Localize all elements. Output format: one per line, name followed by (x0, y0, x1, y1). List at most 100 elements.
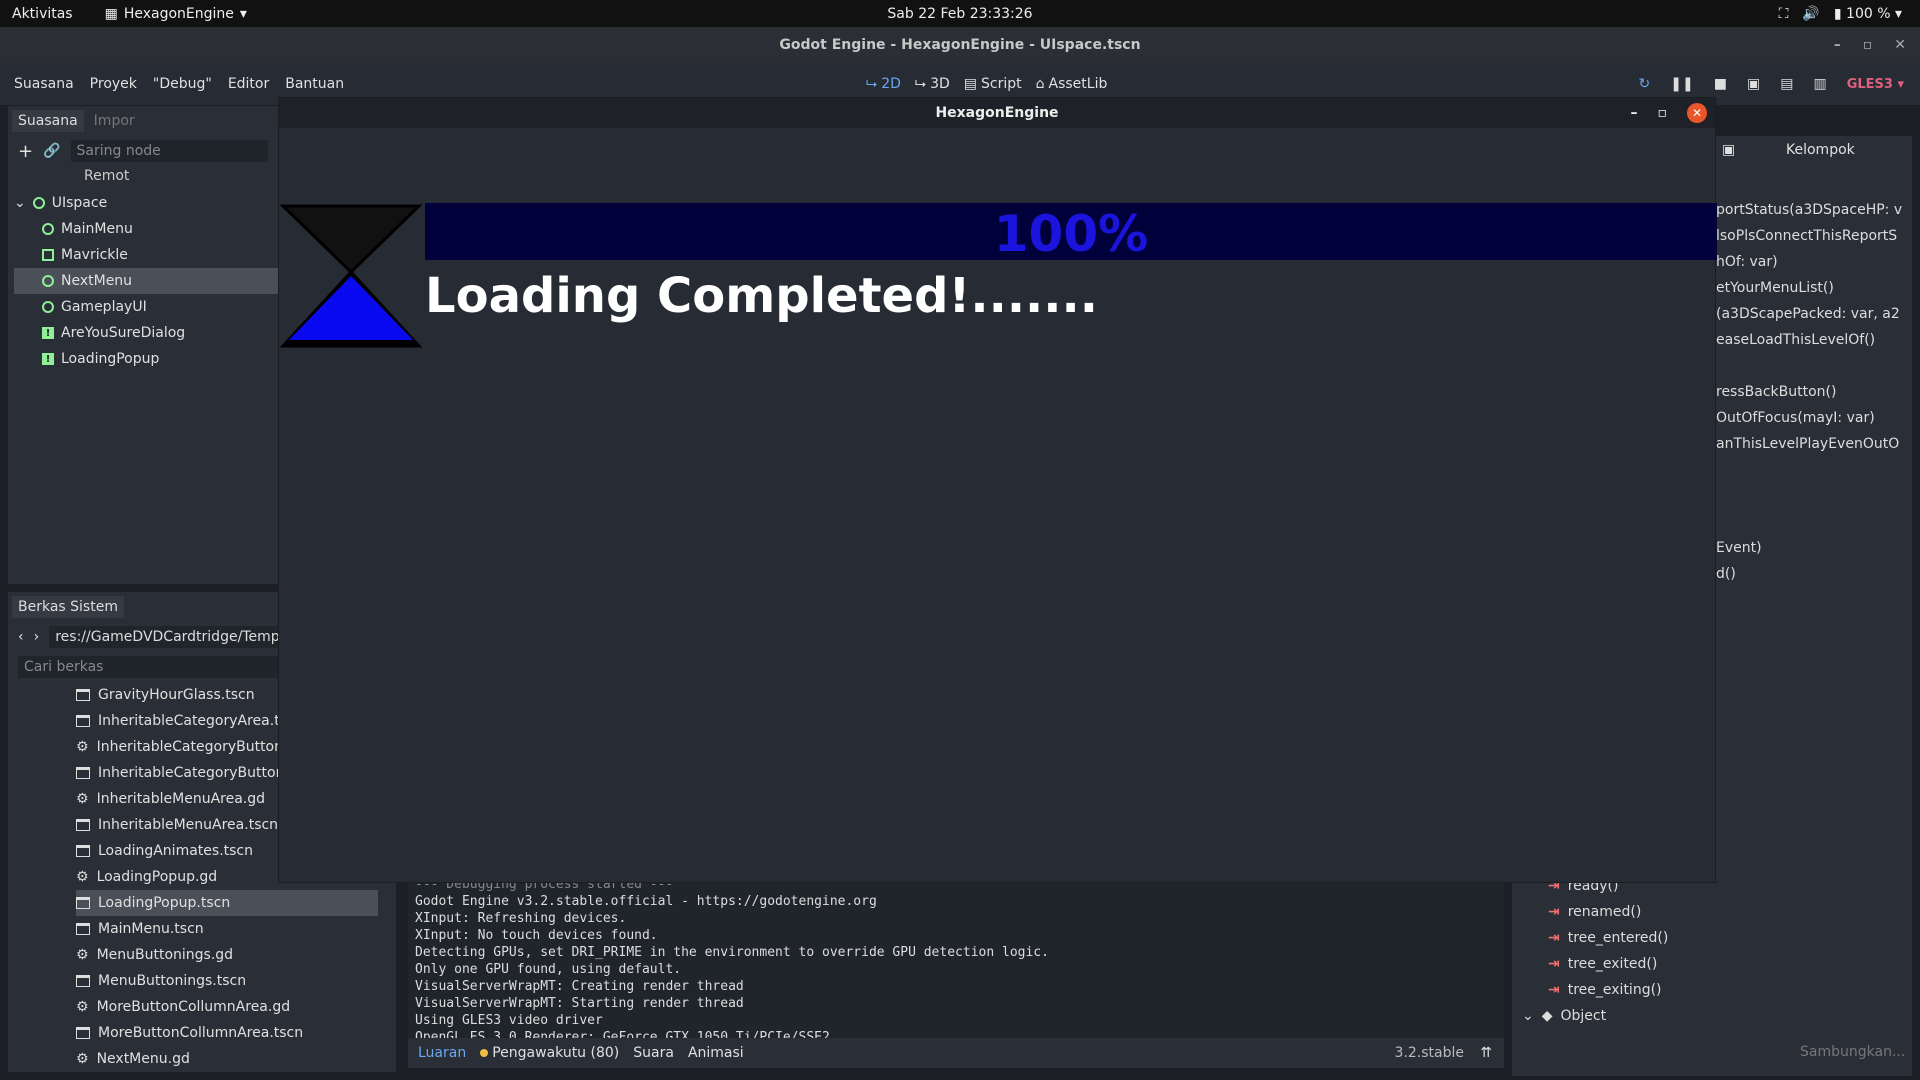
movie-icon[interactable]: ▥ (1813, 76, 1826, 92)
pause-icon[interactable]: ❚❚ (1670, 76, 1693, 92)
menu-bantuan[interactable]: Bantuan (285, 76, 344, 92)
list-item[interactable]: MenuButtonings.tscn (76, 968, 396, 994)
close-icon[interactable]: ✕ (1894, 27, 1906, 63)
minimize-icon[interactable]: – (1631, 98, 1638, 128)
scene-dock: Suasana Impor + 🔗 Saring node Remot ⌄ UIs… (8, 106, 278, 584)
reload-icon[interactable]: ↻ (1639, 76, 1651, 92)
list-item[interactable]: ⚙ MoreButtonCollumnArea.gd (76, 994, 396, 1020)
mode-3d[interactable]: ⮡ 3D (915, 76, 950, 92)
scene-file-icon (76, 1027, 90, 1039)
script-icon: ▤ (963, 76, 978, 92)
scene-toolbar: + 🔗 Saring node (8, 136, 278, 166)
tab-berkas-sistem[interactable]: Berkas Sistem (12, 596, 124, 618)
tree-node-root[interactable]: ⌄ UIspace (14, 190, 278, 216)
tree-node[interactable]: Mavrickle (14, 242, 278, 268)
signal-icon: ⇥ (1548, 930, 1560, 946)
scene-file-icon (76, 923, 90, 935)
list-item[interactable]: ⚙ NextMenu.gd (76, 1046, 396, 1072)
menu-debug[interactable]: "Debug" (153, 76, 212, 92)
connect-button[interactable]: Sambungkan... (1800, 1044, 1905, 1060)
maximize-icon[interactable]: ▫ (1863, 27, 1873, 63)
tree-node[interactable]: ! AreYouSureDialog (14, 320, 278, 346)
minimize-icon[interactable]: – (1834, 27, 1841, 63)
close-icon[interactable]: ✕ (1687, 103, 1707, 123)
scene-file-icon (76, 975, 90, 987)
menu-proyek[interactable]: Proyek (90, 76, 137, 92)
tab-luaran[interactable]: Luaran (418, 1045, 466, 1061)
list-item[interactable]: ressBackButton() (1716, 384, 1836, 400)
3d-icon: ⮡ (914, 76, 927, 92)
tree-node[interactable]: MainMenu (14, 216, 278, 242)
window-title: Godot Engine - HexagonEngine - UIspace.t… (779, 37, 1141, 53)
tab-animasi[interactable]: Animasi (688, 1045, 744, 1061)
activities-button[interactable]: Aktivitas (12, 6, 73, 22)
hourglass-icon (279, 204, 423, 348)
log-line: Detecting GPUs, set DRI_PRIME in the env… (415, 945, 1049, 960)
forward-icon[interactable]: › (34, 629, 40, 645)
list-item[interactable]: anThisLevelPlayEvenOutO (1716, 436, 1899, 452)
remote-button[interactable]: Remot (84, 168, 278, 184)
2d-icon: ⮡ (866, 76, 878, 92)
list-item[interactable]: ⇥ renamed() (1548, 904, 1641, 920)
list-item[interactable]: MainMenu.tscn (76, 916, 396, 942)
list-item[interactable]: ⇥ tree_exited() (1548, 956, 1657, 972)
log-line: Using GLES3 video driver (415, 1013, 603, 1028)
scene-file-icon (76, 819, 90, 831)
app-icon: ▦ (104, 5, 118, 22)
chevron-down-icon: ⌄ (1522, 1008, 1534, 1024)
list-item[interactable]: lsoPlsConnectThisReportS (1716, 228, 1897, 244)
list-item[interactable]: ⌄ ◆ Object (1522, 1008, 1606, 1024)
list-item[interactable]: OutOfFocus(mayI: var) (1716, 410, 1875, 426)
list-item[interactable]: (a3DScapePacked: var, a2 (1716, 306, 1900, 322)
list-item[interactable]: portStatus(a3DSpaceHP: v (1716, 202, 1902, 218)
gear-icon: ⚙ (76, 947, 89, 963)
scene-file-icon (76, 845, 90, 857)
system-tray[interactable]: ⛶ 🔊 ▮ 100 % ▾ (1779, 6, 1902, 22)
tree-node[interactable]: GameplayUI (14, 294, 278, 320)
renderer-select[interactable]: GLES3 ▾ (1847, 77, 1904, 92)
menu-editor[interactable]: Editor (228, 76, 269, 92)
window-controls: – ▫ ✕ (1834, 27, 1906, 63)
link-icon[interactable]: 🔗 (43, 143, 60, 159)
list-item[interactable]: hOf: var) (1716, 254, 1778, 270)
list-item[interactable]: ⇥ tree_exiting() (1548, 982, 1662, 998)
menu-suasana[interactable]: Suasana (14, 76, 74, 92)
add-node-icon[interactable]: + (18, 141, 33, 162)
back-icon[interactable]: ‹ (18, 629, 24, 645)
mode-2d[interactable]: ⮡ 2D (866, 76, 901, 92)
tab-debugger[interactable]: Pengawakutu (80) (480, 1045, 619, 1061)
play-custom-icon[interactable]: ▤ (1780, 76, 1793, 92)
clock[interactable]: Sab 22 Feb 23:33:26 (887, 6, 1032, 22)
tab-suara[interactable]: Suara (633, 1045, 674, 1061)
tree-node[interactable]: ! LoadingPopup (14, 346, 278, 372)
scene-file-icon (76, 689, 90, 701)
list-item-selected[interactable]: LoadingPopup.tscn (76, 890, 378, 916)
scene-file-icon (76, 767, 90, 779)
pin-icon[interactable]: ⇈ (1480, 1045, 1492, 1061)
tab-suasana[interactable]: Suasana (12, 110, 84, 132)
chevron-down-icon: ▾ (239, 5, 247, 22)
bottom-panel-tabs: Luaran Pengawakutu (80) Suara Animasi 3.… (408, 1038, 1504, 1068)
signal-icon: ⇥ (1548, 956, 1560, 972)
maximize-icon[interactable]: ▫ (1658, 98, 1668, 128)
list-item[interactable]: ⇥ tree_entered() (1548, 930, 1668, 946)
stop-icon[interactable]: ■ (1714, 76, 1727, 92)
texture-node-icon (42, 249, 54, 261)
filter-nodes-input[interactable]: Saring node (70, 140, 268, 162)
tab-impor[interactable]: Impor (88, 110, 141, 132)
list-item[interactable]: d() (1716, 566, 1736, 582)
list-item[interactable]: MoreButtonCollumnArea.tscn (76, 1020, 396, 1046)
tree-node-selected[interactable]: NextMenu (14, 268, 278, 294)
tab-kelompok[interactable]: Kelompok (1786, 142, 1855, 158)
list-item[interactable]: etYourMenuList() (1716, 280, 1834, 296)
mode-assetlib[interactable]: ⌂ AssetLib (1036, 76, 1108, 92)
gear-icon: ⚙ (76, 791, 89, 807)
progress-label: 100% (993, 205, 1149, 263)
signals-icon[interactable]: ▣ (1722, 142, 1735, 158)
list-item[interactable]: Event) (1716, 540, 1762, 556)
list-item[interactable]: easeLoadThisLevelOf() (1716, 332, 1875, 348)
app-menu[interactable]: ▦ HexagonEngine ▾ (105, 6, 247, 22)
list-item[interactable]: ⚙ MenuButtonings.gd (76, 942, 396, 968)
play-scene-icon[interactable]: ▣ (1747, 76, 1760, 92)
mode-script[interactable]: ▤ Script (964, 76, 1022, 92)
